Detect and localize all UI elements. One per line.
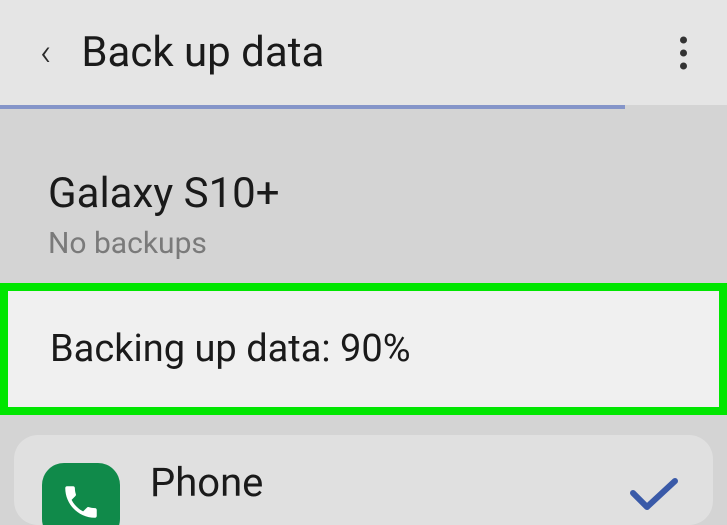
- back-arrow-icon[interactable]: ‹: [40, 31, 51, 75]
- backup-item-phone[interactable]: Phone: [14, 435, 713, 525]
- backup-status: No backups: [48, 226, 679, 261]
- phone-icon: [42, 463, 120, 525]
- content-area: Galaxy S10+ No backups Backing up data: …: [0, 109, 727, 525]
- device-section: Galaxy S10+ No backups: [0, 169, 727, 283]
- more-menu-icon[interactable]: [680, 36, 687, 69]
- backup-item-info: Phone: [150, 459, 685, 506]
- backup-progress-label: Backing up data: 90%: [50, 327, 677, 371]
- app-header: ‹ Back up data: [0, 0, 727, 105]
- backup-item-title: Phone: [150, 459, 685, 506]
- device-name: Galaxy S10+: [48, 169, 679, 218]
- backup-progress-row[interactable]: Backing up data: 90%: [0, 283, 727, 415]
- page-title: Back up data: [81, 28, 324, 77]
- checkmark-icon: [629, 477, 679, 511]
